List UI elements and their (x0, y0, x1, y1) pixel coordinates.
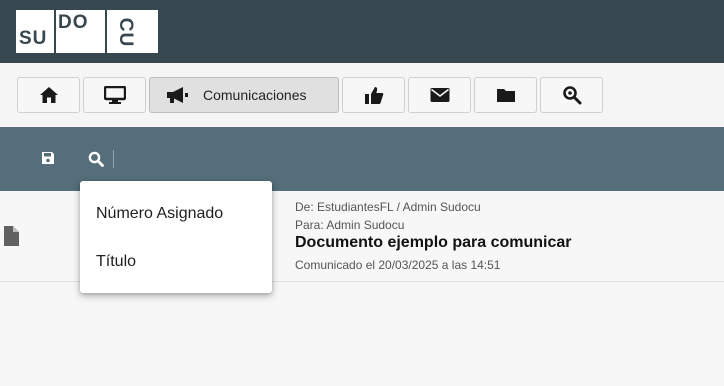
megaphone-icon (167, 87, 188, 103)
sudocu-logo[interactable]: SU DO CU (16, 10, 158, 53)
mail-button[interactable] (408, 77, 471, 113)
comunicaciones-button[interactable]: Comunicaciones (149, 77, 339, 113)
logo-separator (105, 10, 107, 53)
home-icon (39, 87, 58, 103)
home-button[interactable] (17, 77, 80, 113)
logo-separator (54, 10, 56, 53)
approvals-button[interactable] (342, 77, 405, 113)
monitor-icon (103, 86, 126, 104)
action-separator (113, 150, 114, 168)
communication-date: Comunicado el 20/03/2025 a las 14:51 (295, 258, 501, 272)
recipient-text: Para: Admin Sudocu (295, 218, 405, 232)
desktop-button[interactable] (83, 77, 146, 113)
comunicaciones-label: Comunicaciones (203, 87, 307, 103)
logo-part-cu: CU (115, 17, 137, 48)
folder-icon (496, 89, 515, 102)
main-toolbar: Comunicaciones (0, 63, 724, 127)
document-icon (4, 226, 19, 246)
envelope-icon (430, 88, 449, 102)
thumbs-up-icon (364, 87, 383, 104)
search-icon[interactable] (88, 151, 104, 167)
search-field-dropdown: Número Asignado Título (80, 181, 272, 293)
advanced-search-button[interactable] (540, 77, 603, 113)
app-header: SU DO CU (0, 0, 724, 63)
folder-button[interactable] (474, 77, 537, 113)
logo-part-do: DO (58, 12, 89, 33)
dropdown-option-numero-asignado[interactable]: Número Asignado (96, 205, 223, 223)
save-icon[interactable] (41, 151, 55, 165)
logo-part-su: SU (19, 28, 48, 49)
document-title[interactable]: Documento ejemplo para comunicar (295, 234, 572, 252)
sender-text: De: EstudiantesFL / Admin Sudocu (295, 200, 481, 214)
dropdown-option-titulo[interactable]: Título (96, 253, 136, 271)
search-gear-icon (562, 86, 581, 105)
